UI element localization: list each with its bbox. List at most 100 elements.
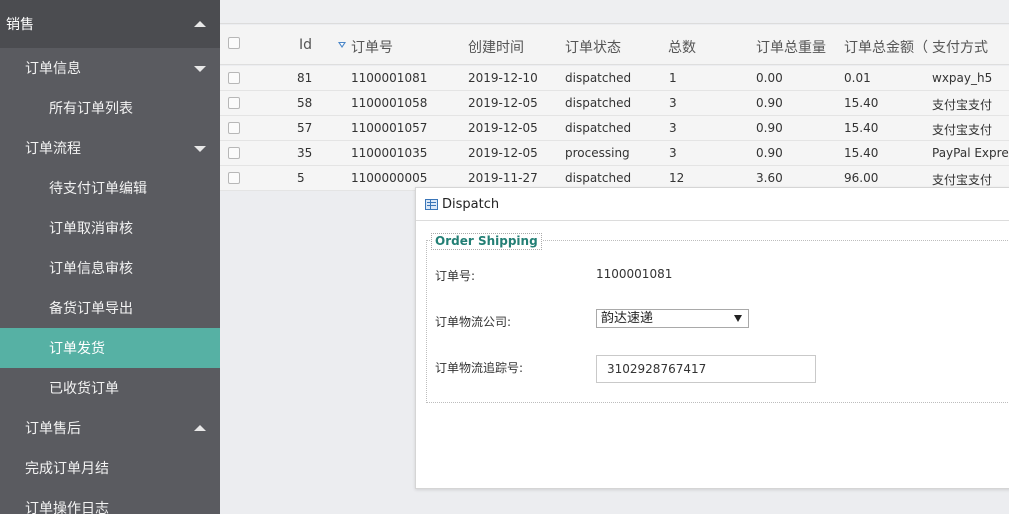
dialog-header[interactable]: Dispatch: [416, 188, 1009, 221]
header-order-no[interactable]: 订单号: [351, 37, 393, 57]
table-row[interactable]: 58 1100001058 2019-12-05 dispatched 3 0.90 15.…: [220, 91, 1009, 116]
cell-id: 57: [297, 121, 313, 135]
sidebar-item[interactable]: 订单取消审核: [0, 208, 220, 248]
cell-order-no: 1100001058: [351, 96, 428, 110]
cell-total: 1: [669, 71, 677, 85]
chevron-down-icon: [194, 146, 206, 152]
cell-total: 3: [669, 96, 677, 110]
cell-status: dispatched: [565, 71, 632, 85]
sidebar-item[interactable]: 订单操作日志: [0, 488, 220, 514]
header-total[interactable]: 总数: [668, 37, 696, 57]
sort-desc-icon[interactable]: [338, 42, 346, 48]
cell-order-no: 1100001035: [351, 146, 428, 160]
cell-weight: 0.90: [756, 96, 783, 110]
table-header: Id 订单号 创建时间 订单状态 总数 订单总重量 订单总金额（ 支付方式: [220, 25, 1009, 65]
toolbar: [220, 0, 1009, 24]
cell-status: processing: [565, 146, 630, 160]
cell-status: dispatched: [565, 171, 632, 185]
header-payment[interactable]: 支付方式: [932, 37, 988, 57]
header-status[interactable]: 订单状态: [565, 37, 621, 57]
row-checkbox[interactable]: [228, 122, 240, 134]
sidebar-item-label: 订单流程: [25, 141, 81, 157]
sidebar-item[interactable]: 订单售后: [0, 408, 220, 448]
sidebar-item[interactable]: 所有订单列表: [0, 88, 220, 128]
cell-payment: 支付宝支付: [932, 98, 993, 112]
dropdown-arrow-icon: [734, 315, 742, 322]
cell-amount: 15.40: [844, 146, 879, 160]
tracking-label: 订单物流追踪号:: [435, 361, 524, 375]
chevron-down-icon: [194, 66, 206, 72]
select-all-checkbox[interactable]: [228, 37, 240, 49]
sidebar-item[interactable]: 订单信息: [0, 48, 220, 88]
cell-created: 2019-12-05: [468, 96, 538, 110]
sidebar-item[interactable]: 待支付订单编辑: [0, 168, 220, 208]
sidebar-item[interactable]: 订单信息审核: [0, 248, 220, 288]
sidebar-item[interactable]: 完成订单月结: [0, 448, 220, 488]
sidebar-item-label: 订单信息: [25, 61, 81, 77]
header-weight[interactable]: 订单总重量: [756, 37, 826, 57]
sidebar-section-sales[interactable]: 销售: [0, 0, 220, 48]
cell-weight: 3.60: [756, 171, 783, 185]
sidebar-item-label: 备货订单导出: [49, 301, 133, 317]
cell-id: 81: [297, 71, 313, 85]
sidebar-item-label: 订单信息审核: [49, 261, 133, 277]
cell-id: 35: [297, 146, 313, 160]
cell-amount: 15.40: [844, 121, 879, 135]
cell-order-no: 1100000005: [351, 171, 428, 185]
header-created[interactable]: 创建时间: [468, 37, 524, 57]
carrier-label: 订单物流公司:: [435, 315, 512, 329]
cell-created: 2019-12-05: [468, 121, 538, 135]
sidebar-item-label: 订单售后: [25, 421, 81, 437]
cell-payment: 支付宝支付: [932, 123, 993, 137]
sidebar-item-label: 已收货订单: [49, 381, 119, 397]
cell-weight: 0.90: [756, 146, 783, 160]
row-checkbox[interactable]: [228, 172, 240, 184]
table-row[interactable]: 57 1100001057 2019-12-05 dispatched 3 0.90 15.…: [220, 116, 1009, 141]
row-checkbox[interactable]: [228, 97, 240, 109]
fieldset-legend: Order Shipping: [431, 233, 542, 250]
table-row[interactable]: 35 1100001035 2019-12-05 processing 3 0.90 15.…: [220, 141, 1009, 166]
row-checkbox[interactable]: [228, 147, 240, 159]
cell-created: 2019-12-10: [468, 71, 538, 85]
sidebar-item-label: 待支付订单编辑: [49, 181, 147, 197]
header-amount[interactable]: 订单总金额（: [844, 37, 928, 57]
tracking-number-input[interactable]: 3102928767417: [596, 355, 816, 383]
cell-weight: 0.00: [756, 71, 783, 85]
dispatch-dialog: Dispatch Order Shipping 订单号: 1100001081 …: [415, 187, 1009, 489]
header-id[interactable]: Id: [299, 37, 312, 53]
carrier-select[interactable]: 韵达速递: [596, 309, 749, 328]
order-no-label: 订单号:: [435, 269, 476, 283]
dialog-title: Dispatch: [442, 196, 500, 212]
cell-amount: 96.00: [844, 171, 879, 185]
cell-amount: 0.01: [844, 71, 871, 85]
row-checkbox[interactable]: [228, 72, 240, 84]
cell-id: 5: [297, 171, 305, 185]
sidebar-item[interactable]: 订单流程: [0, 128, 220, 168]
cell-total: 3: [669, 121, 677, 135]
order-no-value: 1100001081: [596, 267, 673, 281]
cell-amount: 15.40: [844, 96, 879, 110]
cell-id: 58: [297, 96, 313, 110]
sidebar: 销售 订单信息所有订单列表订单流程待支付订单编辑订单取消审核订单信息审核 备货订单…: [0, 0, 220, 514]
cell-status: dispatched: [565, 121, 632, 135]
sidebar-item[interactable]: 备货订单导出: [0, 288, 220, 328]
cell-payment: wxpay_h5: [932, 71, 993, 85]
sidebar-item-label: 所有订单列表: [49, 101, 133, 117]
cell-total: 3: [669, 146, 677, 160]
sidebar-item[interactable]: 订单发货: [0, 328, 220, 368]
collapse-caret-icon: [194, 21, 206, 27]
cell-order-no: 1100001081: [351, 71, 428, 85]
cell-order-no: 1100001057: [351, 121, 428, 135]
chevron-up-icon: [194, 425, 206, 431]
sidebar-item-label: 完成订单月结: [25, 461, 109, 477]
cell-created: 2019-12-05: [468, 146, 538, 160]
cell-payment: PayPal Express: [932, 146, 1009, 160]
order-shipping-fieldset: Order Shipping 订单号: 1100001081 订单物流公司: 韵…: [426, 233, 1009, 403]
cell-total: 12: [669, 171, 685, 185]
cell-payment: 支付宝支付: [932, 173, 993, 187]
sidebar-item-label: 订单发货: [49, 341, 105, 357]
sidebar-item[interactable]: 已收货订单: [0, 368, 220, 408]
sidebar-item-label: 订单操作日志: [25, 501, 109, 514]
table-row[interactable]: 81 1100001081 2019-12-10 dispatched 1 0.00 0.0…: [220, 66, 1009, 91]
cell-weight: 0.90: [756, 121, 783, 135]
